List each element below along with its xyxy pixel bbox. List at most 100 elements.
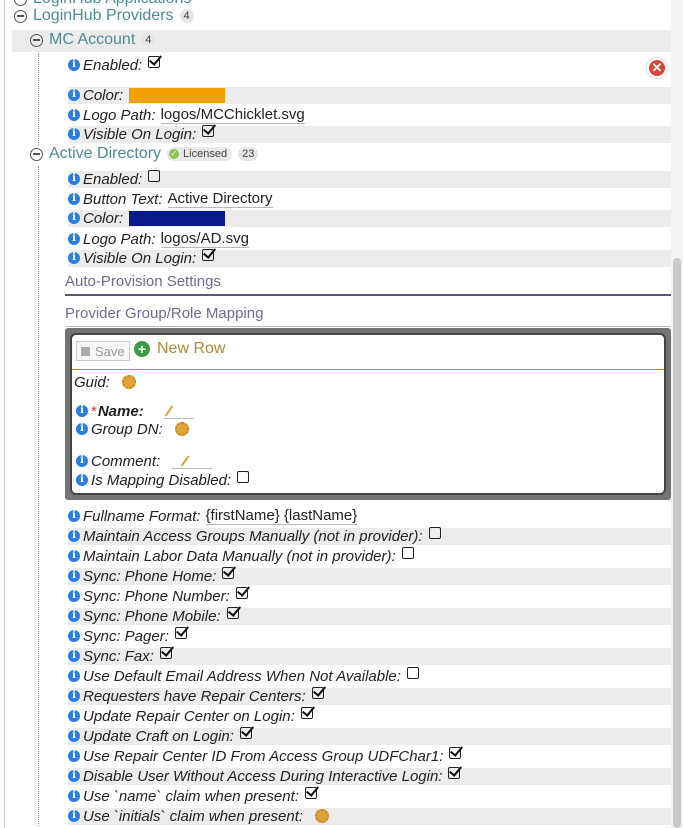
color-swatch[interactable] [129, 87, 226, 103]
setting-label: Disable User Without Access During Inter… [83, 767, 443, 785]
collapse-icon[interactable] [14, 9, 27, 23]
tree-node-label: Active Directory [49, 145, 162, 162]
info-icon[interactable]: i [68, 233, 80, 245]
fullname-format-value[interactable]: {firstName} {lastName} [205, 507, 358, 525]
info-icon[interactable]: i [68, 610, 80, 622]
gear-icon[interactable] [174, 422, 189, 436]
setting-row: i Sync: Fax: [68, 647, 172, 665]
visible-checkbox[interactable] [202, 249, 215, 261]
setting-checkbox[interactable] [428, 527, 441, 539]
setting-row: i Update Craft on Login: [68, 727, 252, 745]
info-icon[interactable]: i [76, 474, 88, 486]
gear-icon[interactable] [315, 809, 330, 823]
setting-label: Maintain Access Groups Manually (not in … [83, 527, 423, 545]
setting-checkbox[interactable] [226, 607, 239, 619]
setting-checkbox[interactable] [449, 747, 462, 759]
info-icon[interactable]: i [68, 710, 80, 722]
setting-checkbox[interactable] [239, 727, 252, 739]
info-icon[interactable]: i [68, 670, 80, 682]
info-icon[interactable]: i [76, 423, 88, 435]
info-icon[interactable]: i [68, 193, 80, 205]
section-group-mapping[interactable]: Provider Group/Role Mapping [65, 305, 671, 322]
save-button[interactable]: Save [76, 341, 130, 361]
info-icon[interactable]: i [68, 89, 80, 101]
setting-label: Sync: Phone Mobile: [83, 607, 221, 625]
info-icon[interactable]: i [68, 173, 80, 185]
field-comment: i Comment: [76, 452, 213, 470]
tree-node-providers[interactable]: LoginHub Providers 4 [14, 7, 194, 25]
delete-icon[interactable]: ✕ [646, 57, 668, 79]
mapping-disabled-checkbox[interactable] [237, 471, 250, 483]
setting-row: i Sync: Phone Number: [68, 587, 248, 605]
count-badge: 4 [141, 33, 156, 47]
tree-node-applications[interactable]: LoginHub Applications [14, 0, 191, 7]
color-swatch[interactable] [129, 210, 226, 226]
setting-checkbox[interactable] [159, 647, 172, 659]
setting-checkbox[interactable] [448, 767, 461, 779]
editor-toolbar: Save + New Row [72, 335, 664, 370]
gear-icon[interactable] [121, 375, 136, 389]
info-icon[interactable]: i [76, 455, 88, 467]
setting-checkbox[interactable] [300, 707, 313, 719]
required-marker: * [91, 402, 97, 420]
field-ad-logo-path: i Logo Path: logos/AD.svg [68, 230, 249, 248]
enabled-checkbox[interactable] [148, 56, 161, 68]
info-icon[interactable]: i [76, 405, 88, 417]
info-icon[interactable]: i [68, 212, 80, 224]
field-mc-enabled: i Enabled: [68, 56, 161, 74]
info-icon[interactable]: i [68, 128, 80, 140]
setting-checkbox[interactable] [222, 567, 235, 579]
setting-row: i Use Repair Center ID From Access Group … [68, 747, 462, 765]
info-icon[interactable]: i [68, 730, 80, 742]
setting-label: Use Repair Center ID From Access Group U… [83, 747, 444, 765]
section-auto-provision[interactable]: Auto-Provision Settings [65, 273, 671, 290]
setting-checkbox[interactable] [406, 667, 419, 679]
enabled-checkbox[interactable] [148, 170, 161, 182]
collapse-icon[interactable] [30, 33, 43, 47]
info-icon[interactable]: i [68, 109, 80, 121]
setting-row: i Requesters have Repair Centers: [68, 687, 324, 705]
info-icon[interactable]: i [68, 252, 80, 264]
button-text-value[interactable]: Active Directory [167, 190, 273, 208]
visible-checkbox[interactable] [202, 125, 215, 137]
field-ad-enabled: i Enabled: [68, 170, 161, 188]
collapse-icon[interactable] [30, 147, 43, 161]
setting-checkbox[interactable] [401, 547, 414, 559]
scrollbar-thumb[interactable] [673, 258, 681, 828]
info-icon[interactable]: i [68, 550, 80, 562]
info-icon[interactable]: i [68, 750, 80, 762]
section-divider [65, 294, 671, 296]
info-icon[interactable]: i [68, 790, 80, 802]
field-mc-visible: i Visible On Login: [68, 125, 215, 143]
setting-label: Update Craft on Login: [83, 727, 234, 745]
tree-node-mc-account[interactable]: MC Account 4 [30, 31, 156, 49]
collapse-icon[interactable] [14, 0, 27, 6]
setting-row: i Sync: Pager: [68, 627, 187, 645]
comment-field[interactable] [172, 454, 213, 469]
setting-checkbox[interactable] [304, 787, 317, 799]
tree-guide-line [4, 0, 5, 828]
info-icon[interactable]: i [68, 530, 80, 542]
info-icon[interactable]: i [68, 590, 80, 602]
info-icon[interactable]: i [68, 630, 80, 642]
info-icon[interactable]: i [68, 810, 80, 822]
info-icon[interactable]: i [68, 770, 80, 782]
field-name: i * Name: [76, 402, 194, 420]
setting-label: Use `name` claim when present: [83, 787, 299, 805]
setting-row: i Update Repair Center on Login: [68, 707, 313, 725]
tree-node-active-directory[interactable]: Active Directory ✓ Licensed 23 [30, 145, 259, 163]
logo-path-value[interactable]: logos/MCChicklet.svg [160, 106, 305, 124]
info-icon[interactable]: i [68, 570, 80, 582]
new-row-button[interactable]: + New Row [134, 340, 225, 358]
info-icon[interactable]: i [68, 510, 80, 522]
field-ad-button-text: i Button Text: Active Directory [68, 190, 273, 208]
info-icon[interactable]: i [68, 59, 80, 71]
setting-checkbox[interactable] [235, 587, 248, 599]
info-icon[interactable]: i [68, 690, 80, 702]
licensed-badge: ✓ Licensed [167, 147, 233, 161]
setting-checkbox[interactable] [174, 627, 187, 639]
setting-checkbox[interactable] [311, 687, 324, 699]
tree-connector [38, 53, 39, 145]
logo-path-value[interactable]: logos/AD.svg [160, 230, 249, 248]
info-icon[interactable]: i [68, 650, 80, 662]
